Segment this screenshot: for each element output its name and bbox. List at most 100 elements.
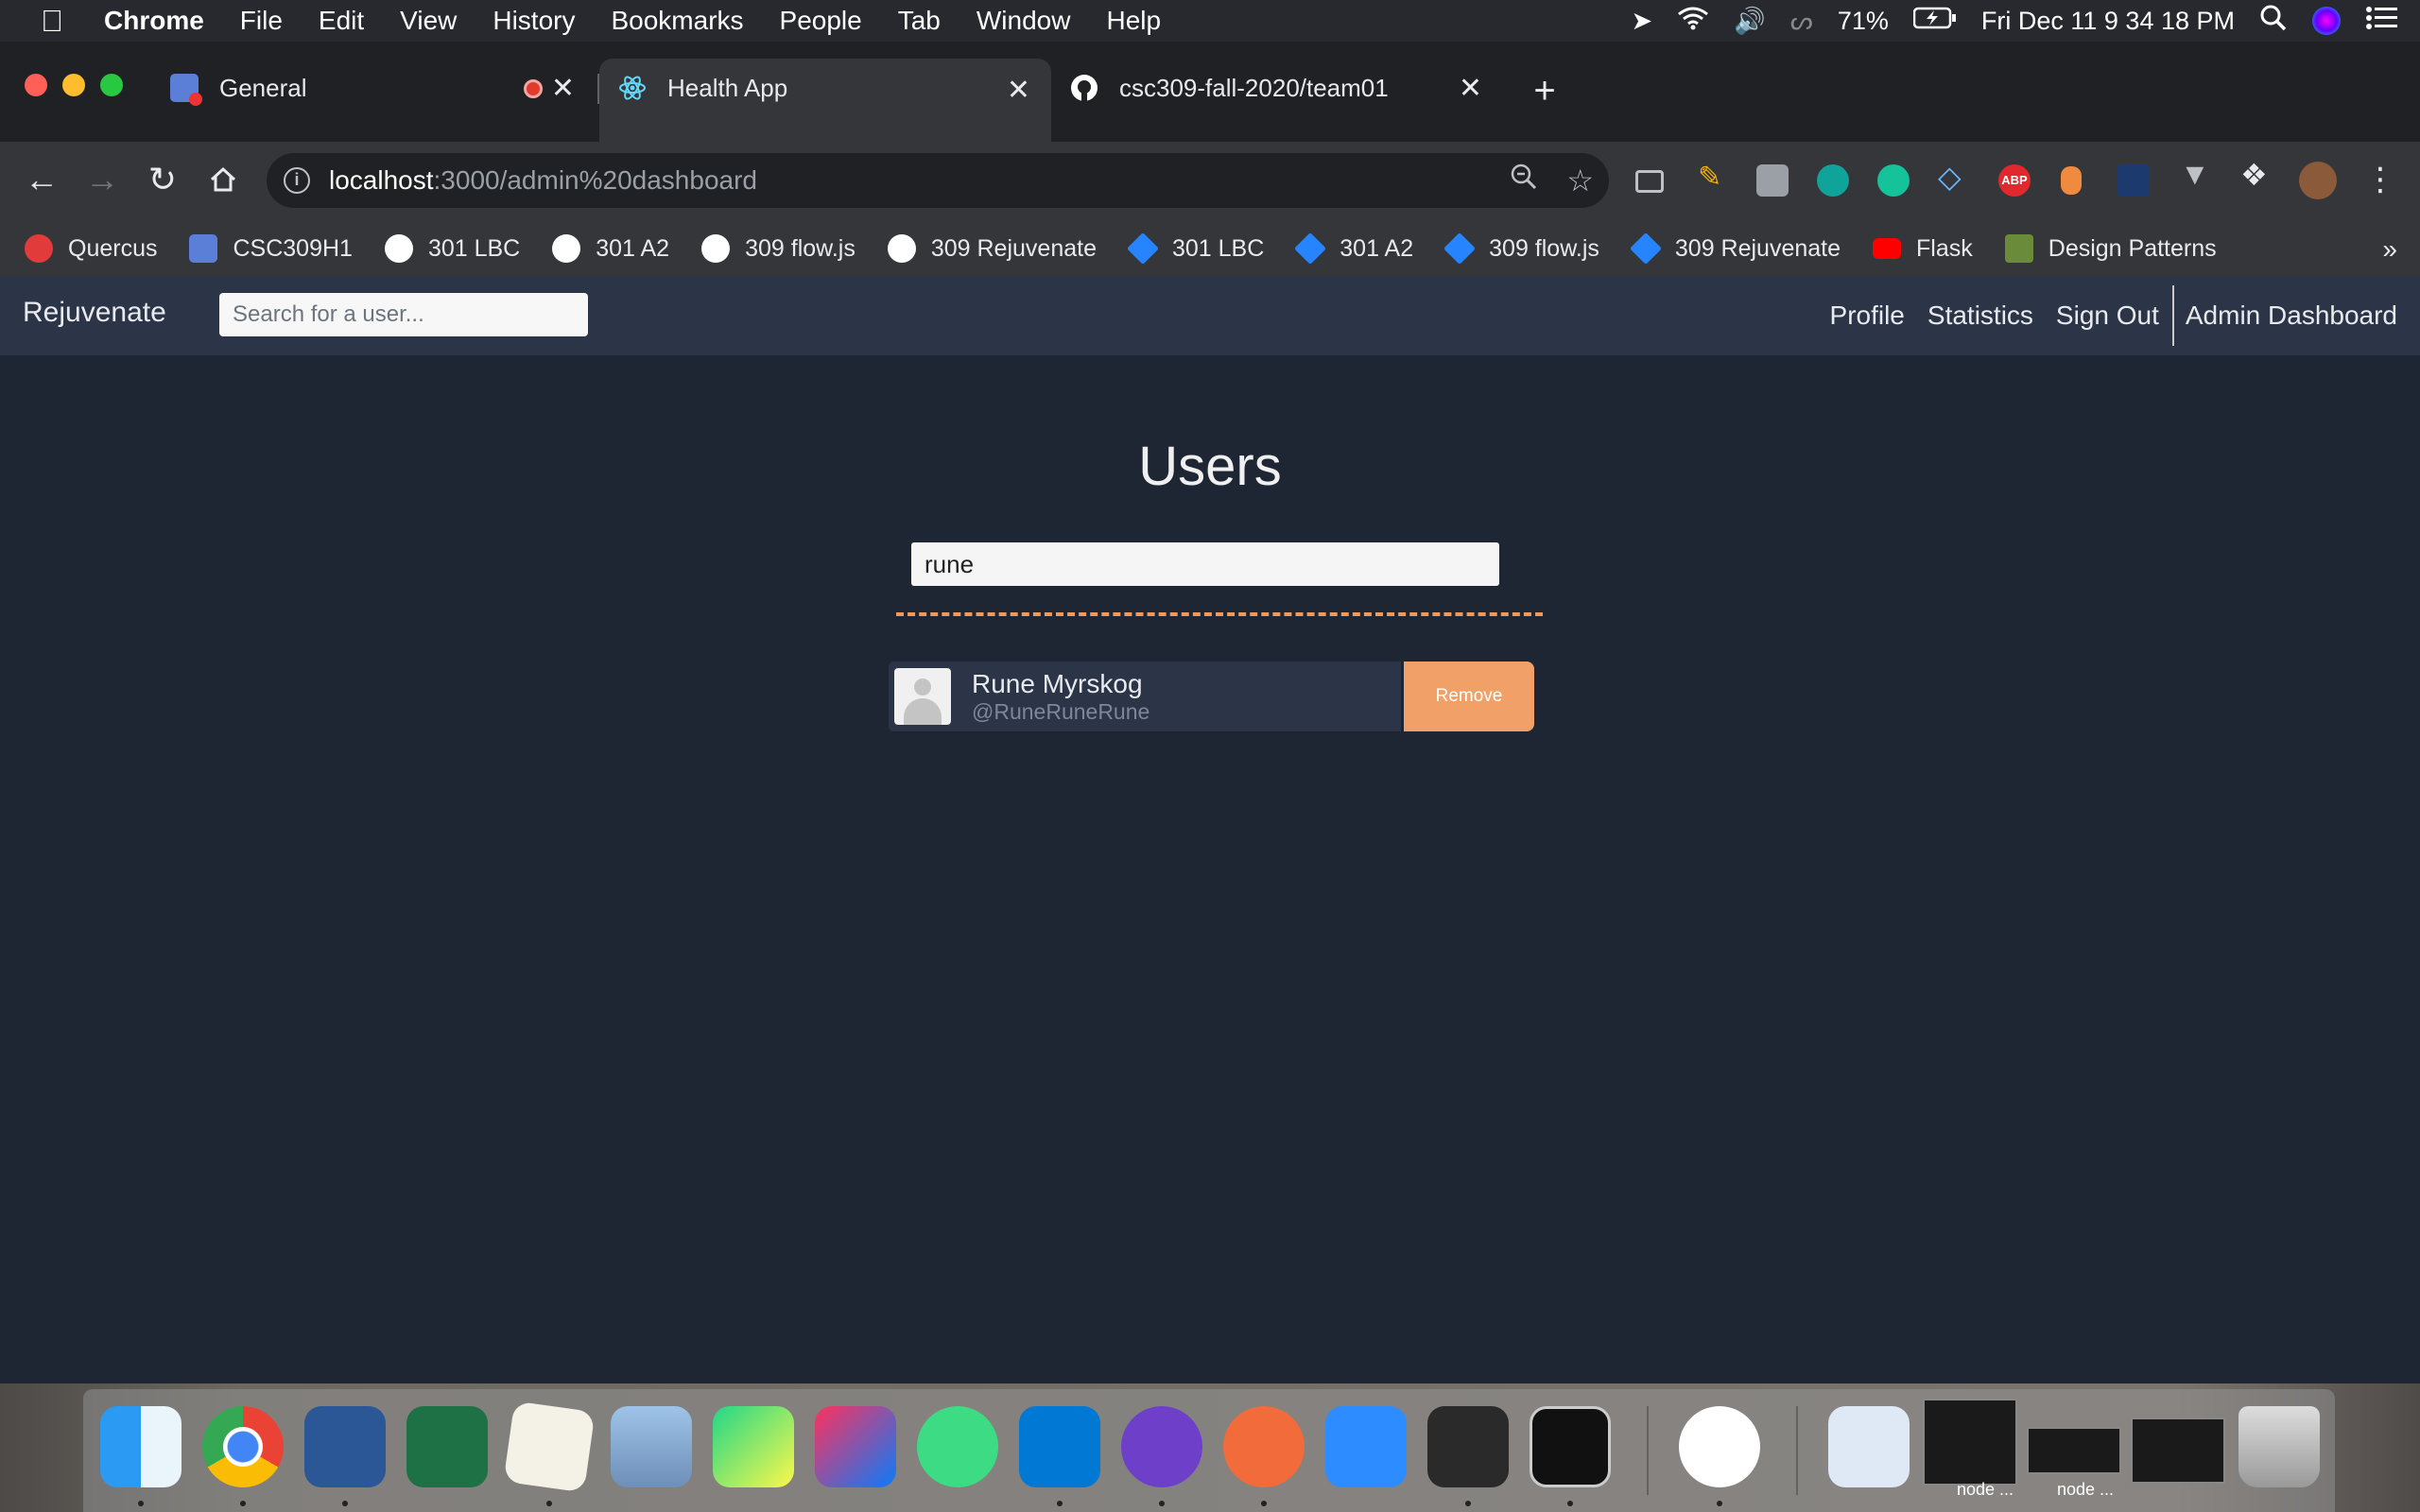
extension-m-icon[interactable] [1817,164,1849,197]
extension-pen-icon[interactable]: ✎ [1698,161,1730,193]
battery-icon[interactable] [1912,7,1957,36]
bookmark-item[interactable]: Flask [1873,235,1973,263]
menu-edit[interactable]: Edit [301,6,382,36]
profile-avatar[interactable] [2299,162,2337,199]
chrome-icon[interactable] [202,1406,284,1487]
excel-icon[interactable] [406,1406,488,1487]
bookmark-item[interactable]: 301 LBC [384,234,520,263]
minimized-vscode-window[interactable] [2131,1418,2225,1484]
github-desktop-icon[interactable] [1121,1406,1202,1487]
user-filter-input[interactable] [911,542,1499,586]
nav-sign-out-link[interactable]: Sign Out [2056,301,2159,331]
menu-tab[interactable]: Tab [880,6,959,36]
bookmark-star-icon[interactable]: ☆ [1566,163,1594,198]
webex-icon [189,234,218,263]
bookmark-item[interactable]: 301 A2 [1294,232,1413,265]
reload-button[interactable]: ↻ [142,159,183,200]
minimized-window-label: node ... [2057,1480,2115,1499]
bookmark-item[interactable]: 309 Rejuvenate [1629,232,1841,265]
word-icon[interactable] [304,1406,386,1487]
window-minimize-button[interactable] [62,74,85,96]
zoom-icon[interactable] [1510,163,1538,198]
preview-icon[interactable] [611,1406,692,1487]
extension-capsule-icon[interactable] [2061,166,2082,195]
bookmark-item[interactable]: 309 flow.js [701,234,856,263]
wifi-icon[interactable] [1677,6,1709,37]
window-close-button[interactable] [25,74,47,96]
tab-close-icon[interactable]: ✕ [1459,72,1482,105]
user-search-input[interactable] [219,293,588,336]
menu-window[interactable]: Window [959,6,1089,36]
tab-health-app[interactable]: Health App ✕ [599,59,1051,142]
menubar-clock[interactable]: Fri Dec 11 9 34 18 PM [1981,7,2235,36]
app-brand[interactable]: Rejuvenate [23,297,166,329]
extension-react-devtools-icon[interactable] [2118,164,2150,197]
new-tab-button[interactable]: + [1524,70,1565,112]
bookmarks-overflow-icon[interactable]: » [2382,234,2397,265]
nav-profile-link[interactable]: Profile [1830,301,1905,331]
menu-app-name[interactable]: Chrome [104,6,222,36]
zoom-icon[interactable] [1325,1406,1407,1487]
bookmark-label: 309 Rejuvenate [930,234,1097,262]
android-studio-icon[interactable] [917,1406,998,1487]
notification-center-icon[interactable] [2365,6,2397,37]
bookmark-item[interactable]: 309 Rejuvenate [887,234,1097,263]
tab-github-team[interactable]: csc309-fall-2020/team01 ✕ [1051,59,1503,117]
bookmark-item[interactable]: CSC309H1 [189,234,353,263]
finder-icon[interactable] [100,1406,182,1487]
bookmark-item[interactable]: Quercus [25,234,157,263]
home-button[interactable] [202,159,244,200]
window-zoom-button[interactable] [100,74,123,96]
spotlight-search-icon[interactable] [2259,4,2288,39]
apple-menu-icon[interactable]:  [0,4,104,39]
tab-general[interactable]: General ✕ [151,59,596,117]
menu-history[interactable]: History [475,6,593,36]
bookmark-item[interactable]: 301 LBC [1127,232,1264,265]
postman-icon[interactable] [1223,1406,1305,1487]
minimized-terminal-window[interactable] [1923,1399,2017,1486]
minimized-window-label: node ... [1957,1480,2014,1499]
bluetooth-icon[interactable]: ᔕ [1790,7,1813,36]
bookmark-item[interactable]: 309 flow.js [1443,232,1599,265]
site-info-icon[interactable]: i [284,167,310,194]
menu-people[interactable]: People [762,6,880,36]
siri-icon[interactable] [2312,7,2341,35]
vscode-icon[interactable] [1019,1406,1100,1487]
bookmark-item[interactable]: 301 A2 [552,234,669,263]
minimized-terminal-window[interactable] [2027,1427,2121,1474]
volume-icon[interactable]: 🔊 [1734,6,1766,36]
extension-screenshot-icon[interactable] [1635,170,1664,193]
bookmark-item[interactable]: Design Patterns [2004,234,2217,263]
tab-close-icon[interactable]: ✕ [1007,74,1030,107]
mongodb-compass-icon[interactable] [1679,1406,1760,1487]
downloads-stack-icon[interactable] [1828,1406,1910,1487]
nav-statistics-link[interactable]: Statistics [1927,301,2033,331]
nav-admin-dashboard-link[interactable]: Admin Dashboard [2186,301,2397,331]
user-name: Rune Myrskog [972,669,1143,698]
trash-icon[interactable] [2238,1406,2320,1487]
grammarly-icon[interactable] [1877,164,1910,197]
menu-bookmarks[interactable]: Bookmarks [593,6,761,36]
menu-file[interactable]: File [222,6,301,36]
intellij-icon[interactable] [815,1406,896,1487]
printer-icon[interactable] [1427,1406,1509,1487]
remove-user-button[interactable]: Remove [1404,662,1534,731]
menu-help[interactable]: Help [1088,6,1179,36]
location-icon[interactable]: ➤ [1632,7,1653,36]
extension-vue-icon[interactable]: ▼ [2180,157,2212,191]
tab-close-icon[interactable]: ✕ [551,72,575,105]
back-button[interactable]: ← [21,159,62,200]
extensions-puzzle-icon[interactable]: ❖ [2240,157,2273,192]
adblock-plus-icon[interactable]: ABP [1998,164,2031,197]
user-list-item[interactable]: Rune Myrskog @RuneRuneRune Remove [889,662,1534,731]
address-bar[interactable]: i localhost:3000/admin%20dashboard ☆ [267,153,1609,208]
extension-k-icon[interactable] [1756,164,1789,197]
forward-button[interactable]: → [81,159,123,200]
menu-view[interactable]: View [382,6,475,36]
pycharm-icon[interactable] [713,1406,794,1487]
chrome-menu-icon[interactable]: ⋮ [2360,159,2401,200]
textedit-icon[interactable] [503,1400,596,1493]
terminal-icon[interactable] [1530,1406,1611,1487]
bookmark-label: 309 flow.js [1489,234,1599,262]
extension-diamond-icon[interactable]: ◇ [1938,159,1970,194]
